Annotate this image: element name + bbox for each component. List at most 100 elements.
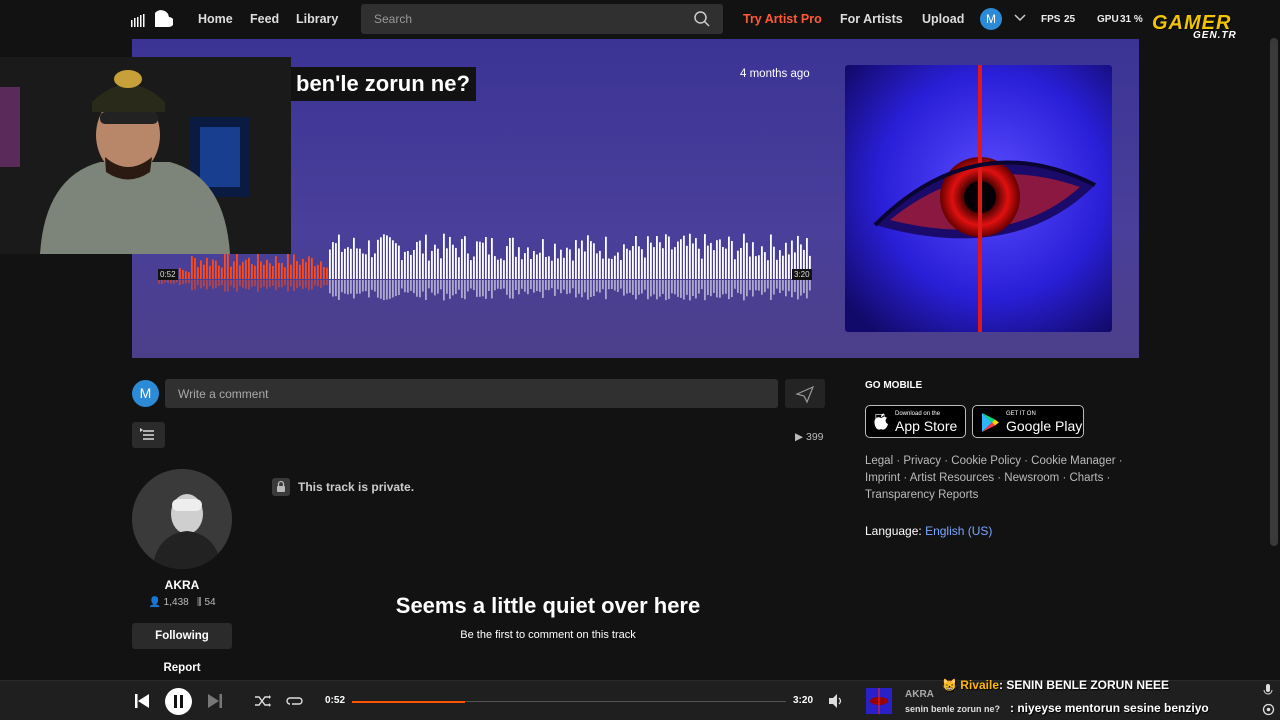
player-title[interactable]: senin benle zorun ne? xyxy=(905,704,1000,714)
waveform-bar-reflection xyxy=(656,280,658,300)
waveform-bar-reflection xyxy=(275,280,277,291)
soundcloud-logo-icon[interactable] xyxy=(131,9,173,29)
player-track-thumbnail[interactable] xyxy=(866,688,892,714)
waveform-bar xyxy=(668,236,670,279)
waveform-bar xyxy=(203,264,205,279)
waveform-bar xyxy=(332,242,334,279)
waveform-bar-reflection xyxy=(782,280,784,291)
waveform-bar xyxy=(614,255,616,279)
waveform-bar xyxy=(767,260,769,279)
waveform-bar-reflection xyxy=(212,280,214,289)
waveform-bar-reflection xyxy=(692,280,694,296)
waveform-bar-reflection xyxy=(428,280,430,289)
report-button[interactable]: Report xyxy=(132,662,232,674)
waveform-bar xyxy=(359,248,361,279)
user-avatar[interactable]: M xyxy=(980,8,1002,30)
waveform-bar xyxy=(545,257,547,279)
waveform-bar xyxy=(272,266,274,279)
waveform-bar-reflection xyxy=(653,280,655,295)
track-artwork[interactable] xyxy=(845,65,1112,332)
waveform-bar xyxy=(581,240,583,279)
waveform-bar xyxy=(188,272,190,279)
footer-links-line2[interactable]: Imprint · Artist Resources · Newsroom · … xyxy=(865,470,1125,487)
waveform-bar-reflection xyxy=(443,280,445,301)
waveform-bar-reflection xyxy=(446,280,448,294)
waveform-bar xyxy=(611,258,613,279)
waveform-bar xyxy=(422,253,424,279)
tracks-count[interactable]: 54 xyxy=(204,597,215,608)
footer-links-line1[interactable]: Legal · Privacy · Cookie Policy · Cookie… xyxy=(865,453,1125,470)
waveform-bar-reflection xyxy=(299,280,301,287)
waveform-bar-reflection xyxy=(632,280,634,295)
empty-comments-subtitle: Be the first to comment on this track xyxy=(460,629,636,641)
add-to-playlist-button[interactable] xyxy=(132,422,165,448)
pause-button[interactable] xyxy=(165,688,192,715)
for-artists-link[interactable]: For Artists xyxy=(840,12,903,26)
previous-icon[interactable] xyxy=(133,692,151,710)
upload-link[interactable]: Upload xyxy=(922,12,964,26)
waveform-bar-reflection xyxy=(797,280,799,300)
nav-library[interactable]: Library xyxy=(296,12,338,26)
footer-links-line3[interactable]: Transparency Reports xyxy=(865,487,1125,504)
waveform-bar-reflection xyxy=(158,280,160,284)
try-artist-pro-link[interactable]: Try Artist Pro xyxy=(743,12,822,26)
next-icon[interactable] xyxy=(206,692,224,710)
search-icon[interactable] xyxy=(693,10,711,28)
waveform-bar xyxy=(530,259,532,279)
app-root: Home Feed Library Search Try Artist Pro … xyxy=(0,0,1280,720)
waveform-bar-reflection xyxy=(293,280,295,292)
waveform-bar-reflection xyxy=(392,280,394,298)
waveform-bar-reflection xyxy=(779,280,781,293)
chat-message: : niyeyse mentorun sesine benziyo xyxy=(1010,701,1209,715)
shuffle-icon[interactable] xyxy=(253,692,271,710)
volume-icon[interactable] xyxy=(827,692,845,710)
waveform-bar-reflection xyxy=(287,280,289,292)
waveform-bar xyxy=(707,245,709,279)
player-artist[interactable]: AKRA xyxy=(905,689,934,700)
empty-comments-title: Seems a little quiet over here xyxy=(395,593,701,618)
waveform-bar-reflection xyxy=(803,280,805,294)
artist-avatar[interactable] xyxy=(132,469,232,569)
waveform-bar-reflection xyxy=(383,280,385,301)
waveform-bar xyxy=(776,259,778,279)
waveform-bar-reflection xyxy=(647,280,649,300)
waveform-bar xyxy=(662,248,664,279)
artist-name[interactable]: AKRA xyxy=(132,578,232,592)
followers-count[interactable]: 1,438 xyxy=(164,597,189,608)
waveform-bar-reflection xyxy=(545,280,547,290)
waveform-bar-reflection xyxy=(467,280,469,292)
waveform-bar-reflection xyxy=(680,280,682,298)
waveform-bar-reflection xyxy=(320,280,322,288)
language-value[interactable]: English (US) xyxy=(925,524,992,538)
waveform-bar xyxy=(653,247,655,279)
page-scrollbar[interactable] xyxy=(1270,38,1278,546)
play-count: ▶ 399 xyxy=(795,431,824,443)
footer-links[interactable]: Legal · Privacy · Cookie Policy · Cookie… xyxy=(865,453,1125,504)
waveform-bar xyxy=(224,253,226,279)
search-input[interactable]: Search xyxy=(361,4,723,34)
waveform-bar xyxy=(446,248,448,279)
waveform-bar-reflection xyxy=(734,280,736,289)
nav-feed[interactable]: Feed xyxy=(250,12,279,26)
send-comment-button[interactable] xyxy=(785,379,825,408)
waveform-bar xyxy=(305,262,307,279)
waveform-bar-reflection xyxy=(239,280,241,287)
waveform-bar-reflection xyxy=(791,280,793,298)
waveform-bar xyxy=(257,252,259,279)
private-notice: This track is private. xyxy=(272,478,414,496)
waveform-bar xyxy=(404,251,406,279)
waveform-bar xyxy=(245,259,247,279)
google-play-label: Google Play xyxy=(1006,418,1083,434)
following-button[interactable]: Following xyxy=(132,623,232,649)
comment-input[interactable]: Write a comment xyxy=(165,379,778,408)
waveform-bar-reflection xyxy=(806,280,808,299)
playback-progress-bar[interactable] xyxy=(352,700,786,703)
app-store-button[interactable]:  Download on the App Store xyxy=(865,405,966,438)
chevron-down-icon[interactable] xyxy=(1013,13,1027,23)
followers-icon: 👤 xyxy=(148,597,161,608)
repeat-icon[interactable] xyxy=(286,692,304,710)
nav-home[interactable]: Home xyxy=(198,12,233,26)
waveform-bar xyxy=(416,242,418,279)
google-play-button[interactable]: GET IT ON Google Play xyxy=(972,405,1084,438)
waveform-bar xyxy=(677,241,679,279)
